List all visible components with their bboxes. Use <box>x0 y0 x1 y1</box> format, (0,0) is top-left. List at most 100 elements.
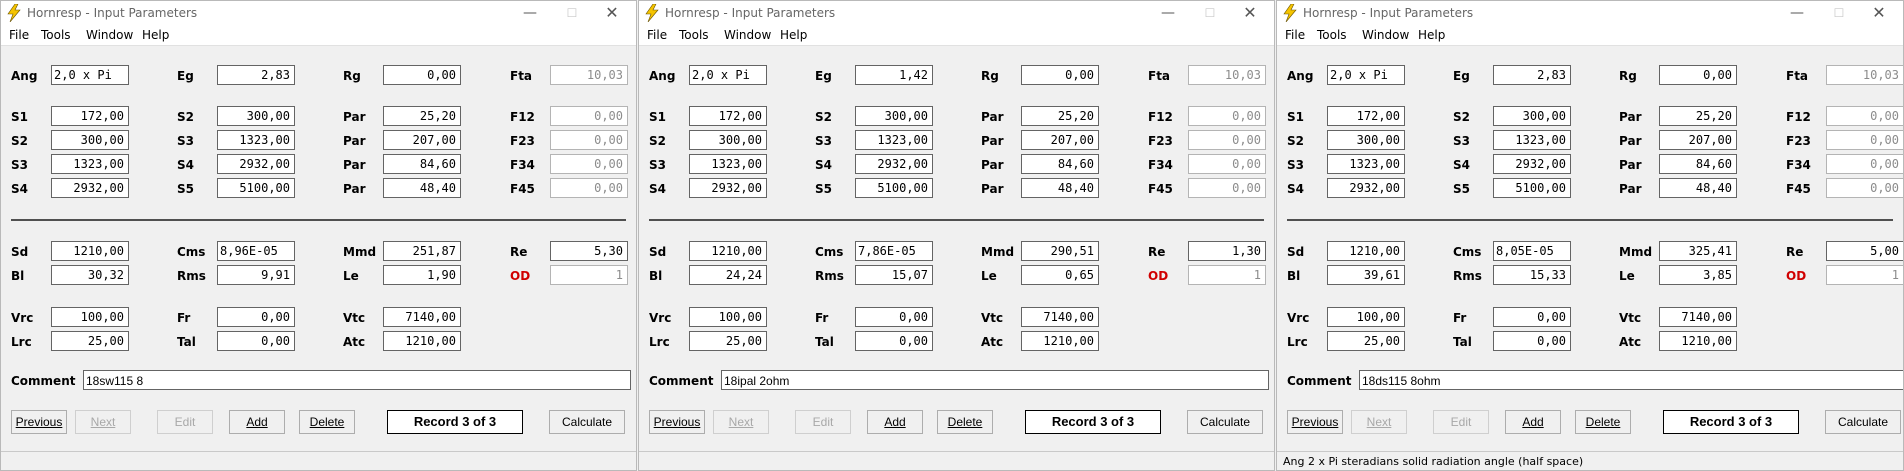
menu-help[interactable]: Help <box>142 28 169 42</box>
delete-button[interactable]: Delete <box>299 410 355 434</box>
sd-field[interactable]: 1210,00 <box>1327 241 1405 261</box>
f12-field[interactable]: 0,00 <box>1826 106 1903 126</box>
add-button[interactable]: Add <box>1505 410 1561 434</box>
atc-field[interactable]: 1210,00 <box>1659 331 1737 351</box>
calculate-button[interactable]: Calculate <box>549 410 625 434</box>
mmd-field[interactable]: 325,41 <box>1659 241 1737 261</box>
cms-field[interactable]: 8,96E-05 <box>217 241 295 261</box>
edit-button[interactable]: Edit <box>1433 410 1489 434</box>
close-icon[interactable]: ✕ <box>598 4 626 22</box>
s4-col2-field[interactable]: 2932,00 <box>1493 154 1571 174</box>
le-field[interactable]: 3,85 <box>1659 265 1737 285</box>
s4-col2-field[interactable]: 2932,00 <box>217 154 295 174</box>
calculate-button[interactable]: Calculate <box>1187 410 1263 434</box>
maximize-icon[interactable]: ☐ <box>1196 4 1224 22</box>
par2-field[interactable]: 207,00 <box>383 130 461 150</box>
menu-window[interactable]: Window <box>86 28 133 42</box>
fta-field[interactable]: 10,03 <box>1188 65 1266 85</box>
par1-field[interactable]: 25,20 <box>1659 106 1737 126</box>
menu-help[interactable]: Help <box>780 28 807 42</box>
edit-button[interactable]: Edit <box>157 410 213 434</box>
maximize-icon[interactable]: ☐ <box>1825 4 1853 22</box>
f23-field[interactable]: 0,00 <box>1188 130 1266 150</box>
minimize-icon[interactable]: — <box>516 4 544 22</box>
eg-field[interactable]: 2,83 <box>217 65 295 85</box>
od-field[interactable]: 1 <box>1188 265 1266 285</box>
cms-field[interactable]: 8,05E-05 <box>1493 241 1571 261</box>
f34-field[interactable]: 0,00 <box>1188 154 1266 174</box>
s1-col1-field[interactable]: 172,00 <box>1327 106 1405 126</box>
s4-col2-field[interactable]: 2932,00 <box>855 154 933 174</box>
f23-field[interactable]: 0,00 <box>1826 130 1903 150</box>
menu-file[interactable]: File <box>647 28 667 42</box>
par4-field[interactable]: 48,40 <box>383 178 461 198</box>
menu-tools[interactable]: Tools <box>41 28 71 42</box>
lrc-field[interactable]: 25,00 <box>1327 331 1405 351</box>
par2-field[interactable]: 207,00 <box>1021 130 1099 150</box>
lrc-field[interactable]: 25,00 <box>51 331 129 351</box>
re-field[interactable]: 5,30 <box>550 241 628 261</box>
tal-field[interactable]: 0,00 <box>1493 331 1571 351</box>
title-bar[interactable]: Hornresp - Input Parameters — ☐ ✕ <box>1277 1 1903 25</box>
od-field[interactable]: 1 <box>550 265 628 285</box>
bl-field[interactable]: 30,32 <box>51 265 129 285</box>
s2-col1-field[interactable]: 300,00 <box>1327 130 1405 150</box>
f45-field[interactable]: 0,00 <box>1188 178 1266 198</box>
s4-col1-field[interactable]: 2932,00 <box>689 178 767 198</box>
f45-field[interactable]: 0,00 <box>1826 178 1903 198</box>
rg-field[interactable]: 0,00 <box>1021 65 1099 85</box>
s3-col1-field[interactable]: 1323,00 <box>1327 154 1405 174</box>
f34-field[interactable]: 0,00 <box>1826 154 1903 174</box>
s2-col2-field[interactable]: 300,00 <box>217 106 295 126</box>
par1-field[interactable]: 25,20 <box>383 106 461 126</box>
cms-field[interactable]: 7,86E-05 <box>855 241 933 261</box>
menu-window[interactable]: Window <box>1362 28 1409 42</box>
s3-col2-field[interactable]: 1323,00 <box>1493 130 1571 150</box>
close-icon[interactable]: ✕ <box>1236 4 1264 22</box>
delete-button[interactable]: Delete <box>937 410 993 434</box>
ang-field[interactable]: 2,0 x Pi <box>689 65 767 85</box>
tal-field[interactable]: 0,00 <box>855 331 933 351</box>
od-field[interactable]: 1 <box>1826 265 1903 285</box>
s4-col1-field[interactable]: 2932,00 <box>1327 178 1405 198</box>
eg-field[interactable]: 1,42 <box>855 65 933 85</box>
re-field[interactable]: 5,00 <box>1826 241 1903 261</box>
sd-field[interactable]: 1210,00 <box>51 241 129 261</box>
vtc-field[interactable]: 7140,00 <box>1659 307 1737 327</box>
title-bar[interactable]: Hornresp - Input Parameters — ☐ ✕ <box>1 1 636 25</box>
ang-field[interactable]: 2,0 x Pi <box>1327 65 1405 85</box>
previous-button[interactable]: Previous <box>649 410 705 434</box>
previous-button[interactable]: Previous <box>11 410 67 434</box>
atc-field[interactable]: 1210,00 <box>1021 331 1099 351</box>
menu-help[interactable]: Help <box>1418 28 1445 42</box>
menu-file[interactable]: File <box>1285 28 1305 42</box>
le-field[interactable]: 0,65 <box>1021 265 1099 285</box>
add-button[interactable]: Add <box>229 410 285 434</box>
re-field[interactable]: 1,30 <box>1188 241 1266 261</box>
par3-field[interactable]: 84,60 <box>1021 154 1099 174</box>
rg-field[interactable]: 0,00 <box>383 65 461 85</box>
s2-col2-field[interactable]: 300,00 <box>1493 106 1571 126</box>
atc-field[interactable]: 1210,00 <box>383 331 461 351</box>
ang-field[interactable]: 2,0 x Pi <box>51 65 129 85</box>
add-button[interactable]: Add <box>867 410 923 434</box>
f23-field[interactable]: 0,00 <box>550 130 628 150</box>
next-button[interactable]: Next <box>713 410 769 434</box>
s3-col2-field[interactable]: 1323,00 <box>855 130 933 150</box>
par4-field[interactable]: 48,40 <box>1021 178 1099 198</box>
par3-field[interactable]: 84,60 <box>383 154 461 174</box>
next-button[interactable]: Next <box>75 410 131 434</box>
rg-field[interactable]: 0,00 <box>1659 65 1737 85</box>
s5-col2-field[interactable]: 5100,00 <box>855 178 933 198</box>
previous-button[interactable]: Previous <box>1287 410 1343 434</box>
minimize-icon[interactable]: — <box>1783 4 1811 22</box>
s2-col1-field[interactable]: 300,00 <box>51 130 129 150</box>
fr-field[interactable]: 0,00 <box>855 307 933 327</box>
s3-col2-field[interactable]: 1323,00 <box>217 130 295 150</box>
edit-button[interactable]: Edit <box>795 410 851 434</box>
eg-field[interactable]: 2,83 <box>1493 65 1571 85</box>
s3-col1-field[interactable]: 1323,00 <box>689 154 767 174</box>
comment-field[interactable]: 18ipal 2ohm <box>721 370 1269 390</box>
s5-col2-field[interactable]: 5100,00 <box>1493 178 1571 198</box>
par1-field[interactable]: 25,20 <box>1021 106 1099 126</box>
